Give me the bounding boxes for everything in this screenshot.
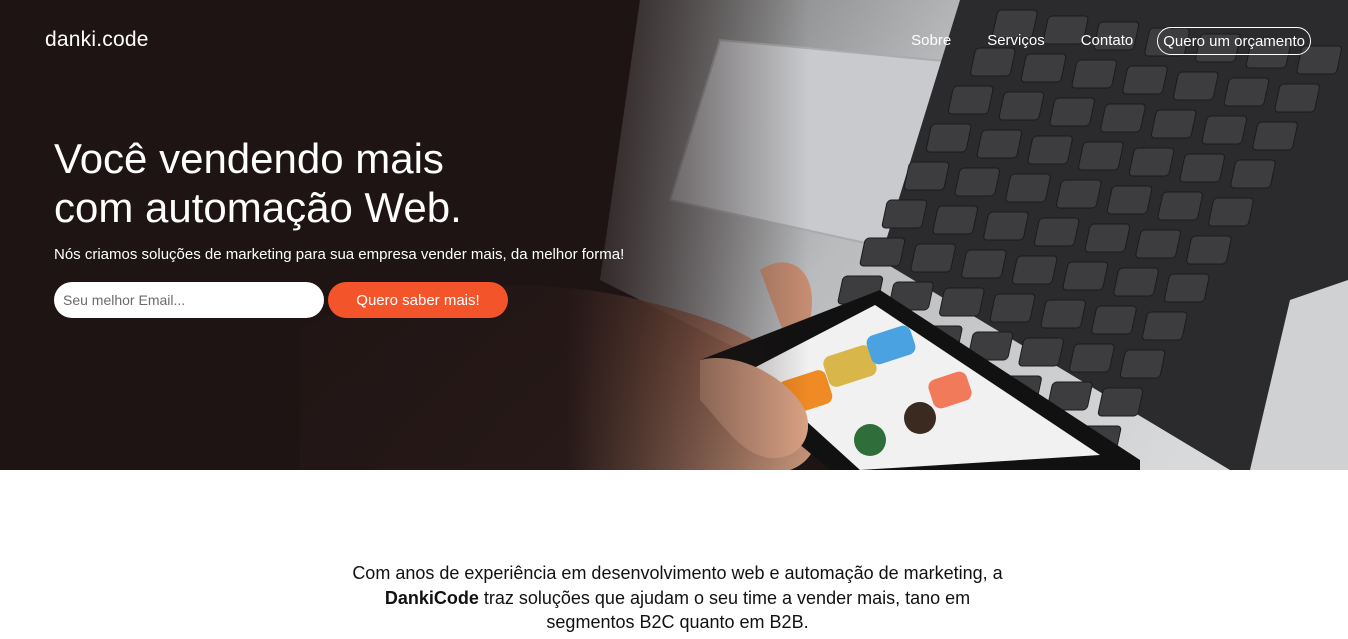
nav-link-servicos[interactable]: Serviços [987, 27, 1045, 55]
email-input[interactable] [54, 282, 324, 318]
hero-section: danki.code Sobre Serviços Contato Quero … [0, 0, 1348, 470]
logo[interactable]: danki.code [45, 28, 149, 52]
cta-button[interactable]: Quero saber mais! [328, 282, 508, 318]
hero-headline-line2: com automação Web. [54, 184, 462, 231]
nav-link-contato[interactable]: Contato [1081, 27, 1134, 55]
hero-headline: Você vendendo mais com automação Web. [54, 134, 574, 232]
about-brand-name: DankiCode [384, 587, 479, 608]
quote-button[interactable]: Quero um orçamento [1157, 27, 1311, 55]
hero-background-image [0, 0, 1348, 470]
hero-subheadline: Nós criamos soluções de marketing para s… [54, 246, 625, 263]
about-text: Com anos de experiência em desenvolvimen… [340, 561, 1015, 635]
about-text-rest: traz soluções que ajudam o seu time a ve… [478, 587, 971, 633]
about-text-intro: Com anos de experiência em desenvolvimen… [352, 563, 1003, 583]
hero-headline-line1: Você vendendo mais [54, 135, 444, 182]
main-nav: Sobre Serviços Contato Quero um orçament… [875, 27, 1311, 55]
nav-link-sobre[interactable]: Sobre [911, 27, 951, 55]
